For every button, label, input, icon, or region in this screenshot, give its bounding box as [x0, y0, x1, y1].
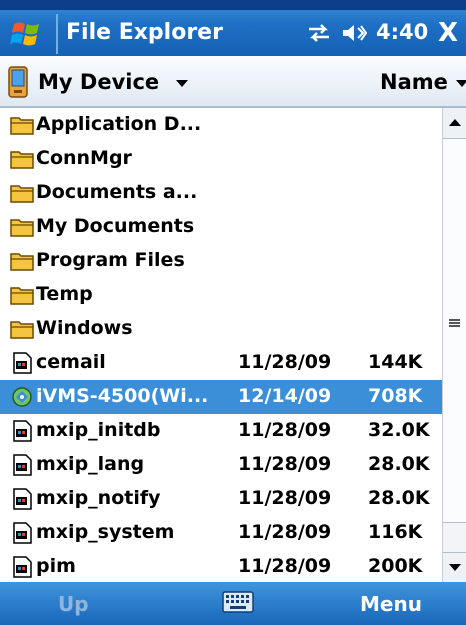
folder-icon [10, 318, 34, 340]
folder-row[interactable]: Application D... [0, 108, 442, 142]
grip-icon [449, 319, 460, 327]
file-name: Application D... [36, 113, 202, 135]
file-date: 11/28/09 [238, 521, 332, 543]
title-bar-edge [0, 0, 466, 10]
folder-row[interactable]: ConnMgr [0, 142, 442, 176]
vertical-scrollbar[interactable] [442, 108, 466, 583]
file-date: 11/28/09 [238, 555, 332, 577]
windows-flag-icon[interactable] [10, 18, 46, 50]
clock-display[interactable]: 4:40 [376, 20, 428, 44]
folder-row[interactable]: Program Files [0, 244, 442, 278]
file-row[interactable]: pim 11/28/09 200K [0, 550, 442, 582]
location-bar: My Device Name [0, 56, 466, 108]
program-file-icon [10, 352, 34, 374]
keyboard-icon[interactable] [222, 591, 254, 613]
scroll-thumb[interactable] [443, 138, 466, 523]
title-separator [56, 14, 58, 54]
file-name: Windows [36, 317, 133, 339]
folder-row[interactable]: My Documents [0, 210, 442, 244]
file-date: 11/28/09 [238, 351, 332, 373]
pda-device-icon [8, 66, 28, 98]
file-size: 200K [368, 555, 423, 577]
file-row[interactable]: mxip_lang 11/28/09 28.0K [0, 448, 442, 482]
file-row[interactable]: mxip_system 11/28/09 116K [0, 516, 442, 550]
connectivity-arrows-icon[interactable] [307, 22, 331, 44]
file-date: 12/14/09 [238, 385, 332, 407]
folder-icon [10, 284, 34, 306]
arrow-down-icon [449, 564, 461, 571]
folder-icon [10, 148, 34, 170]
folder-icon [10, 250, 34, 272]
file-name: pim [36, 555, 76, 577]
folder-row[interactable]: Windows [0, 312, 442, 346]
sort-dropdown[interactable]: Name [380, 70, 448, 94]
file-size: 144K [368, 351, 423, 373]
file-date: 11/28/09 [238, 453, 332, 475]
chevron-down-icon[interactable] [176, 80, 188, 87]
folder-row[interactable]: Documents a... [0, 176, 442, 210]
folder-icon [10, 182, 34, 204]
file-name: Temp [36, 283, 93, 305]
scroll-down-button[interactable] [443, 552, 466, 583]
softkey-bar: Up Menu [0, 582, 466, 625]
file-row[interactable]: mxip_notify 11/28/09 28.0K [0, 482, 442, 516]
file-name: Documents a... [36, 181, 198, 203]
close-icon: X [438, 18, 459, 48]
file-date: 11/28/09 [238, 419, 332, 441]
up-softkey[interactable]: Up [58, 592, 89, 616]
file-row[interactable]: mxip_initdb 11/28/09 32.0K [0, 414, 442, 448]
scroll-up-button[interactable] [443, 108, 466, 139]
file-name: Program Files [36, 249, 185, 271]
sort-chevron-down-icon[interactable] [456, 80, 466, 87]
file-size: 28.0K [368, 453, 430, 475]
file-row[interactable]: cemail 11/28/09 144K [0, 346, 442, 380]
file-name: mxip_initdb [36, 419, 161, 441]
speaker-volume-icon[interactable] [341, 22, 367, 44]
program-file-icon [10, 454, 34, 476]
menu-softkey[interactable]: Menu [360, 592, 422, 616]
app-title: File Explorer [66, 20, 223, 45]
file-name: cemail [36, 351, 106, 373]
file-name: mxip_lang [36, 453, 145, 475]
file-size: 708K [368, 385, 423, 407]
program-file-icon [10, 522, 34, 544]
title-bar: File Explorer 4:40 X [0, 0, 466, 56]
folder-icon [10, 114, 34, 136]
file-size: 116K [368, 521, 423, 543]
file-row[interactable]: iVMS-4500(Wi... 12/14/09 708K [0, 380, 442, 414]
file-date: 11/28/09 [238, 487, 332, 509]
file-name: iVMS-4500(Wi... [36, 385, 209, 407]
file-name: mxip_notify [36, 487, 161, 509]
file-name: My Documents [36, 215, 195, 237]
file-name: mxip_system [36, 521, 175, 543]
location-dropdown[interactable]: My Device [38, 70, 159, 94]
file-name: ConnMgr [36, 147, 132, 169]
program-file-icon [10, 556, 34, 578]
arrow-up-icon [449, 119, 461, 126]
program-file-icon [10, 488, 34, 510]
file-list: Application D... ConnMgr Documents a... My … [0, 108, 442, 582]
close-button[interactable]: X [430, 14, 466, 56]
folder-row[interactable]: Temp [0, 278, 442, 312]
install-cab-icon [10, 386, 34, 408]
file-size: 28.0K [368, 487, 430, 509]
file-size: 32.0K [368, 419, 430, 441]
program-file-icon [10, 420, 34, 442]
folder-icon [10, 216, 34, 238]
